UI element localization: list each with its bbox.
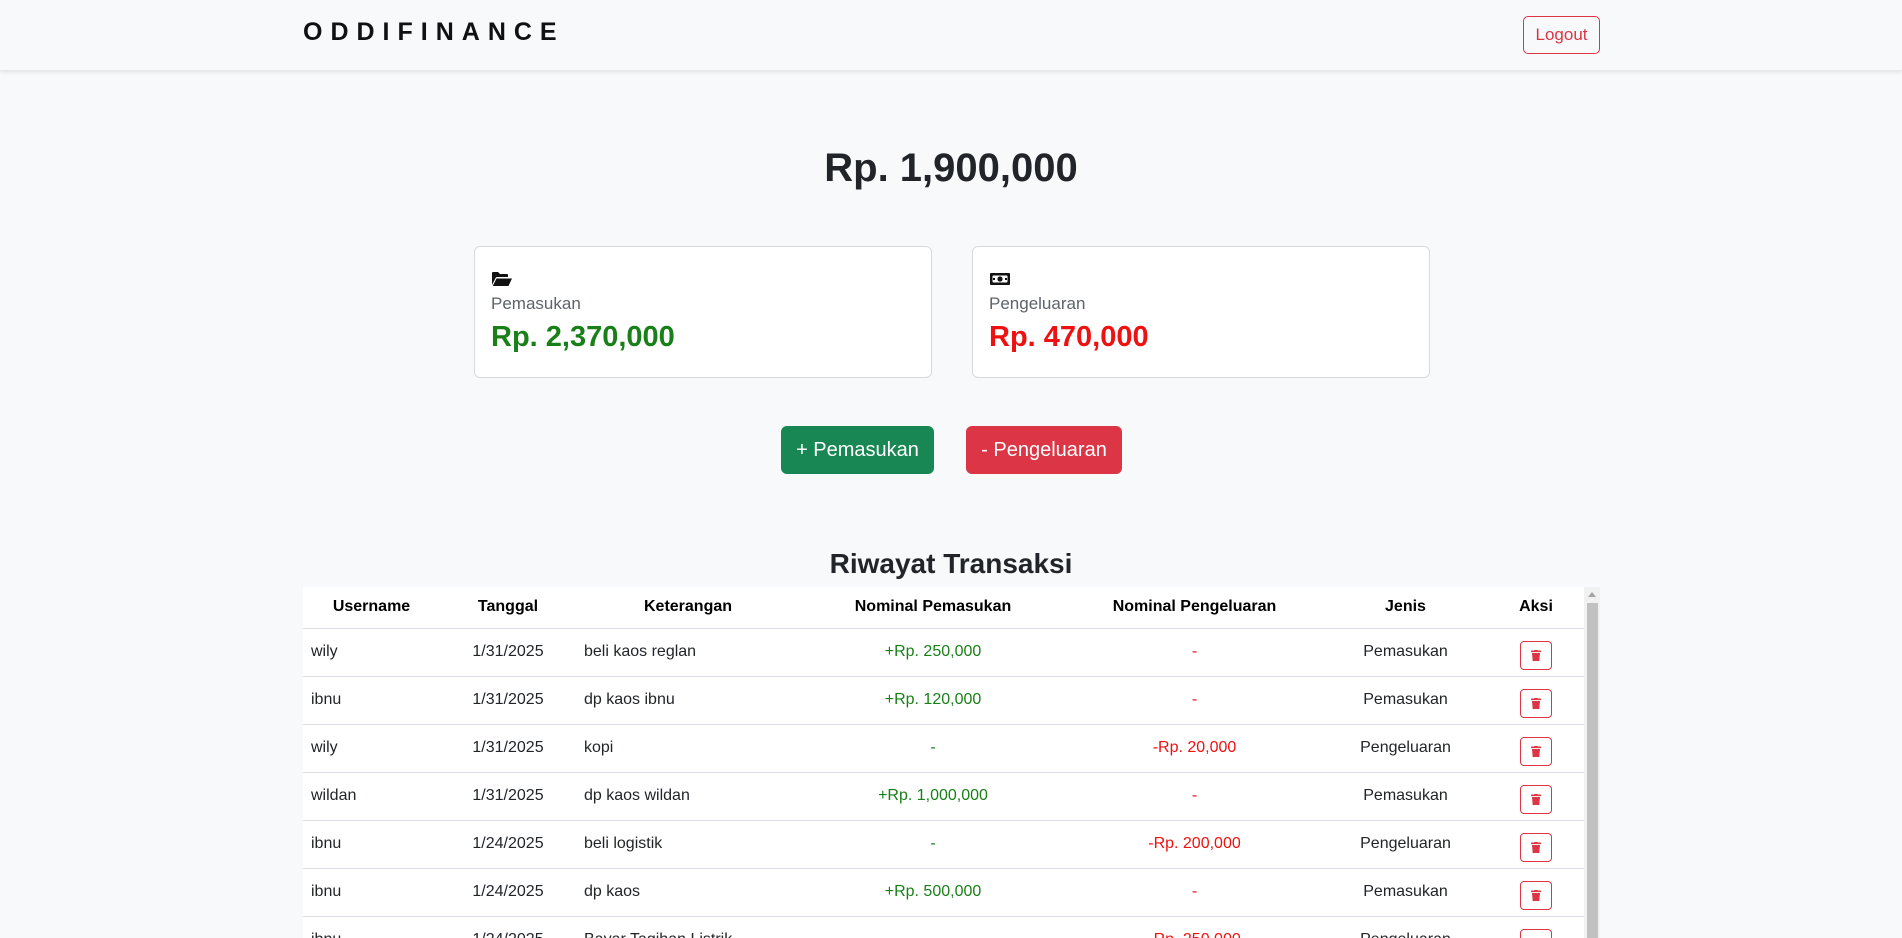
cell-description: dp kaos [576, 868, 800, 917]
header-expense-amount: Nominal Pengeluaran [1066, 587, 1323, 629]
expense-amount: Rp. 470,000 [989, 321, 1149, 353]
cell-type: Pengeluaran [1323, 820, 1488, 869]
cell-income-amount: - [800, 820, 1066, 869]
trash-icon [1531, 745, 1541, 757]
table-row: wildan 1/31/2025 dp kaos wildan +Rp. 1,0… [303, 772, 1584, 821]
history-title: Riwayat Transaksi [829, 548, 1073, 579]
cell-date: 1/24/2025 [440, 820, 576, 869]
trash-icon [1531, 697, 1541, 709]
table-row: ibnu 1/24/2025 dp kaos +Rp. 500,000 - Pe… [303, 868, 1584, 917]
cell-date: 1/31/2025 [440, 772, 576, 821]
cell-username: ibnu [303, 916, 440, 938]
cell-action [1488, 772, 1584, 821]
add-income-button[interactable]: + Pemasukan [781, 426, 934, 474]
cell-income-amount: +Rp. 250,000 [800, 628, 1066, 677]
cell-expense-amount: - [1066, 868, 1323, 917]
cell-action [1488, 628, 1584, 677]
cell-username: wily [303, 724, 440, 773]
table-row: ibnu 1/24/2025 beli logistik - -Rp. 200,… [303, 820, 1584, 869]
table-row: wily 1/31/2025 beli kaos reglan +Rp. 250… [303, 628, 1584, 677]
delete-button[interactable] [1520, 736, 1552, 766]
folder-open-icon [491, 271, 513, 287]
header-type: Jenis [1323, 587, 1488, 629]
table-row: ibnu 1/31/2025 dp kaos ibnu +Rp. 120,000… [303, 676, 1584, 725]
cell-description: beli logistik [576, 820, 800, 869]
cell-date: 1/31/2025 [440, 676, 576, 725]
header-description: Keterangan [576, 587, 800, 629]
header-income-amount: Nominal Pemasukan [800, 587, 1066, 629]
cell-username: ibnu [303, 676, 440, 725]
delete-button[interactable] [1520, 880, 1552, 910]
header-date: Tanggal [440, 587, 576, 629]
cell-date: 1/31/2025 [440, 724, 576, 773]
cell-action [1488, 724, 1584, 773]
cell-expense-amount: -Rp. 200,000 [1066, 820, 1323, 869]
delete-button[interactable] [1520, 832, 1552, 862]
trash-icon [1531, 841, 1541, 853]
cell-description: dp kaos ibnu [576, 676, 800, 725]
table-row: ibnu 1/24/2025 Bayar Tagihan Listrik - -… [303, 916, 1584, 938]
cell-type: Pengeluaran [1323, 916, 1488, 938]
cell-date: 1/31/2025 [440, 628, 576, 677]
total-balance: Rp. 1,900,000 [824, 146, 1078, 190]
table-row: wily 1/31/2025 kopi - -Rp. 20,000 Pengel… [303, 724, 1584, 773]
cell-expense-amount: - [1066, 676, 1323, 725]
table-scrollbar[interactable] [1584, 587, 1600, 938]
delete-button[interactable] [1520, 640, 1552, 670]
cell-username: ibnu [303, 820, 440, 869]
header-username: Username [303, 587, 440, 629]
cell-type: Pemasukan [1323, 868, 1488, 917]
cell-action [1488, 820, 1584, 869]
trash-icon [1531, 793, 1541, 805]
money-bill-icon [989, 271, 1011, 287]
cell-username: wily [303, 628, 440, 677]
cell-income-amount: +Rp. 120,000 [800, 676, 1066, 725]
transaction-table: Username Tanggal Keterangan Nominal Pema… [303, 587, 1584, 938]
cell-type: Pemasukan [1323, 772, 1488, 821]
scroll-up-arrow-icon[interactable] [1588, 592, 1596, 597]
cell-expense-amount: -Rp. 20,000 [1066, 724, 1323, 773]
cell-type: Pengeluaran [1323, 724, 1488, 773]
cell-username: ibnu [303, 868, 440, 917]
trash-icon [1531, 649, 1541, 661]
cell-income-amount: - [800, 916, 1066, 938]
table-header-row: Username Tanggal Keterangan Nominal Pema… [303, 587, 1584, 629]
navbar: ODDIFINANCE Logout [0, 0, 1902, 71]
cell-username: wildan [303, 772, 440, 821]
transaction-table-container[interactable]: Username Tanggal Keterangan Nominal Pema… [303, 587, 1600, 938]
income-card: Pemasukan Rp. 2,370,000 [474, 246, 932, 378]
cell-income-amount: - [800, 724, 1066, 773]
cell-description: dp kaos wildan [576, 772, 800, 821]
cell-expense-amount: - [1066, 628, 1323, 677]
scrollbar-thumb[interactable] [1587, 603, 1598, 938]
logout-button[interactable]: Logout [1523, 16, 1600, 54]
delete-button[interactable] [1520, 928, 1552, 938]
income-amount: Rp. 2,370,000 [491, 321, 675, 353]
cell-income-amount: +Rp. 1,000,000 [800, 772, 1066, 821]
income-label: Pemasukan [491, 294, 581, 313]
expense-card: Pengeluaran Rp. 470,000 [972, 246, 1430, 378]
trash-icon [1531, 889, 1541, 901]
cell-description: beli kaos reglan [576, 628, 800, 677]
delete-button[interactable] [1520, 688, 1552, 718]
cell-income-amount: +Rp. 500,000 [800, 868, 1066, 917]
cell-expense-amount: - [1066, 772, 1323, 821]
add-expense-button[interactable]: - Pengeluaran [966, 426, 1122, 474]
cell-type: Pemasukan [1323, 628, 1488, 677]
cell-date: 1/24/2025 [440, 868, 576, 917]
cell-description: kopi [576, 724, 800, 773]
transaction-rows: wily 1/31/2025 beli kaos reglan +Rp. 250… [303, 628, 1584, 938]
cell-action [1488, 916, 1584, 938]
cell-type: Pemasukan [1323, 676, 1488, 725]
brand-logo[interactable]: ODDIFINANCE [303, 17, 565, 47]
cell-action [1488, 868, 1584, 917]
cell-date: 1/24/2025 [440, 916, 576, 938]
delete-button[interactable] [1520, 784, 1552, 814]
expense-label: Pengeluaran [989, 294, 1086, 313]
cell-expense-amount: -Rp. 250,000 [1066, 916, 1323, 938]
cell-action [1488, 676, 1584, 725]
cell-description: Bayar Tagihan Listrik [576, 916, 800, 938]
header-action: Aksi [1488, 587, 1584, 629]
